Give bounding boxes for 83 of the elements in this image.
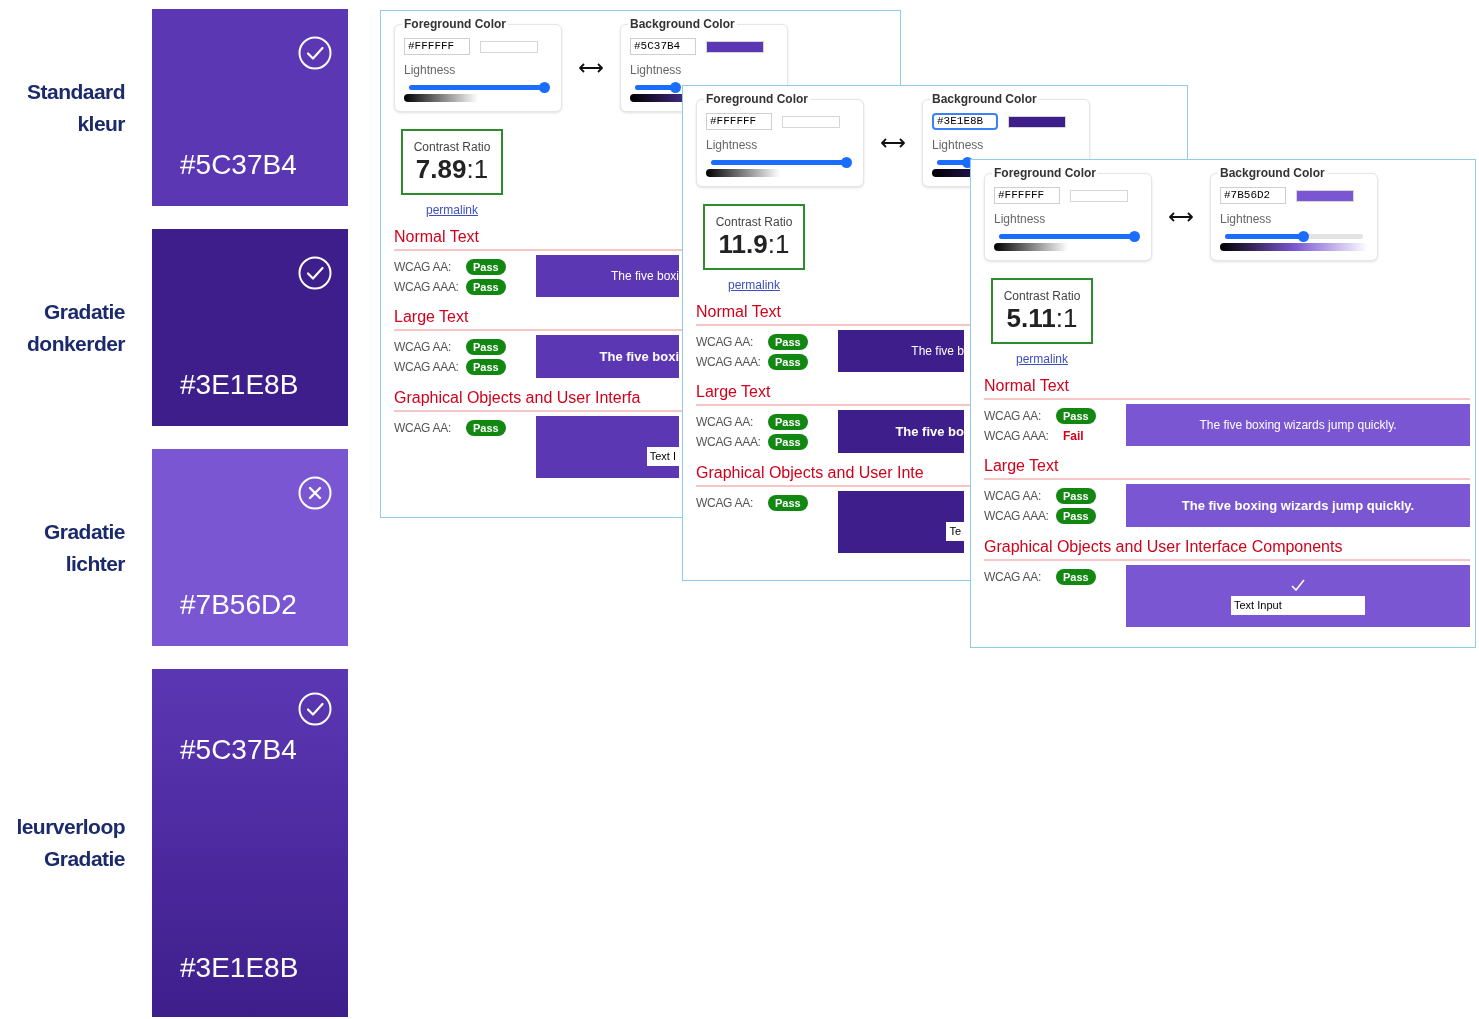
permalink-link[interactable]: permalink [401,203,503,217]
wcag-label: WCAG AA: [696,495,754,512]
text-input-field[interactable]: Text I [646,447,679,466]
text-input-field[interactable]: Text Input [1231,596,1365,615]
hex-code: #7B56D2 [180,588,298,622]
wcag-label: WCAG AA: [984,408,1042,425]
sample-text: The five boxi [610,268,679,285]
section-heading: Large Text [984,456,1470,480]
pass-badge: Pass [1056,569,1096,585]
picker-title: Background Color [930,92,1039,106]
slider-thumb[interactable] [1128,231,1140,242]
hex-code: #5C37B4 [180,733,298,767]
pass-badge: Pass [768,354,808,370]
lightness-label: Lightness [932,138,985,152]
picker-title: Foreground Color [704,92,810,106]
pass-badge: Pass [466,359,506,375]
swap-arrow-icon[interactable] [1168,211,1194,223]
sample-text: The five boxi [599,347,679,366]
swap-arrow-icon[interactable] [578,62,604,74]
swatch-label: Standaard kleur [26,78,125,137]
text-input-field[interactable]: Te [946,522,964,541]
section-heading: Graphical Objects and User Interface Components [984,537,1470,561]
contrast-ratio-box: Contrast Ratio 11.9:1 [703,204,805,270]
picker-title: Background Color [1218,166,1327,180]
hex-code: #5C37B4 [180,148,298,182]
picker-title: Foreground Color [402,17,508,31]
hex-input-field[interactable]: #5C37B4 [630,38,696,55]
permalink-link[interactable]: permalink [703,278,805,292]
hex-input-field[interactable]: #FFFFFF [706,113,772,130]
pass-badge: Pass [1056,508,1096,524]
pass-badge: Pass [466,339,506,355]
lightness-label: Lightness [706,138,759,152]
pass-badge: Pass [466,259,506,275]
picker-title: Background Color [628,17,737,31]
wcag-label: WCAG AAA: [984,428,1050,445]
sample-text: The five bo [895,422,964,441]
wcag-label: WCAG AAA: [394,359,460,376]
wcag-label: WCAG AA: [984,488,1042,505]
pass-badge: Pass [1056,408,1096,424]
hex-code: #3E1E8B [180,368,300,402]
section-heading: Normal Text [984,376,1470,400]
wcag-label: WCAG AA: [984,569,1042,586]
wcag-label: WCAG AA: [394,339,452,356]
picker-title: Foreground Color [992,166,1098,180]
swatch-label: leurverloop Gradatie [15,814,125,872]
wcag-label: WCAG AAA: [696,354,762,371]
pass-badge: Pass [768,334,808,350]
lightness-label: Lightness [994,212,1047,226]
lightness-label: Lightness [630,63,683,77]
swatch-label: Gradatie donkerder [26,298,125,357]
hex-input-field[interactable]: #FFFFFF [994,187,1060,204]
wcag-label: WCAG AAA: [394,279,460,296]
wcag-label: WCAG AA: [394,259,452,276]
fail-label: Fail [1062,428,1085,444]
slider-thumb[interactable] [669,82,681,93]
pass-badge: Pass [768,434,808,450]
hex-input-field[interactable]: #3E1E8B [932,113,998,130]
lightness-label: Lightness [1220,212,1273,226]
swatch-label: Gradatie lichter [43,518,125,577]
permalink-link[interactable]: permalink [991,352,1093,366]
sample-text: The five boxing wizards jump quickly. [1199,417,1397,434]
pass-badge: Pass [1056,488,1096,504]
swap-arrow-icon[interactable] [880,137,906,149]
wcag-label: WCAG AA: [696,414,754,431]
pass-badge: Pass [466,279,506,295]
pass-badge: Pass [768,414,808,430]
wcag-label: WCAG AA: [696,334,754,351]
hex-input-field[interactable]: #FFFFFF [404,38,470,55]
pass-badge: Pass [768,495,808,511]
sample-text: The five b [911,343,964,360]
contrast-ratio-box: Contrast Ratio 5.11:1 [991,278,1093,344]
lightness-label: Lightness [404,63,457,77]
pass-badge: Pass [466,420,506,436]
wcag-label: WCAG AA: [394,420,452,437]
slider-thumb[interactable] [840,157,852,168]
hex-input-field[interactable]: #7B56D2 [1220,187,1286,204]
contrast-ratio-box: Contrast Ratio 7.89:1 [401,129,503,195]
wcag-label: WCAG AAA: [984,508,1050,525]
wcag-label: WCAG AAA: [696,434,762,451]
slider-thumb[interactable] [1298,231,1310,242]
slider-thumb[interactable] [538,82,550,93]
hex-code: #3E1E8B [180,951,300,985]
sample-text: The five boxing wizards jump quickly. [1181,496,1415,515]
